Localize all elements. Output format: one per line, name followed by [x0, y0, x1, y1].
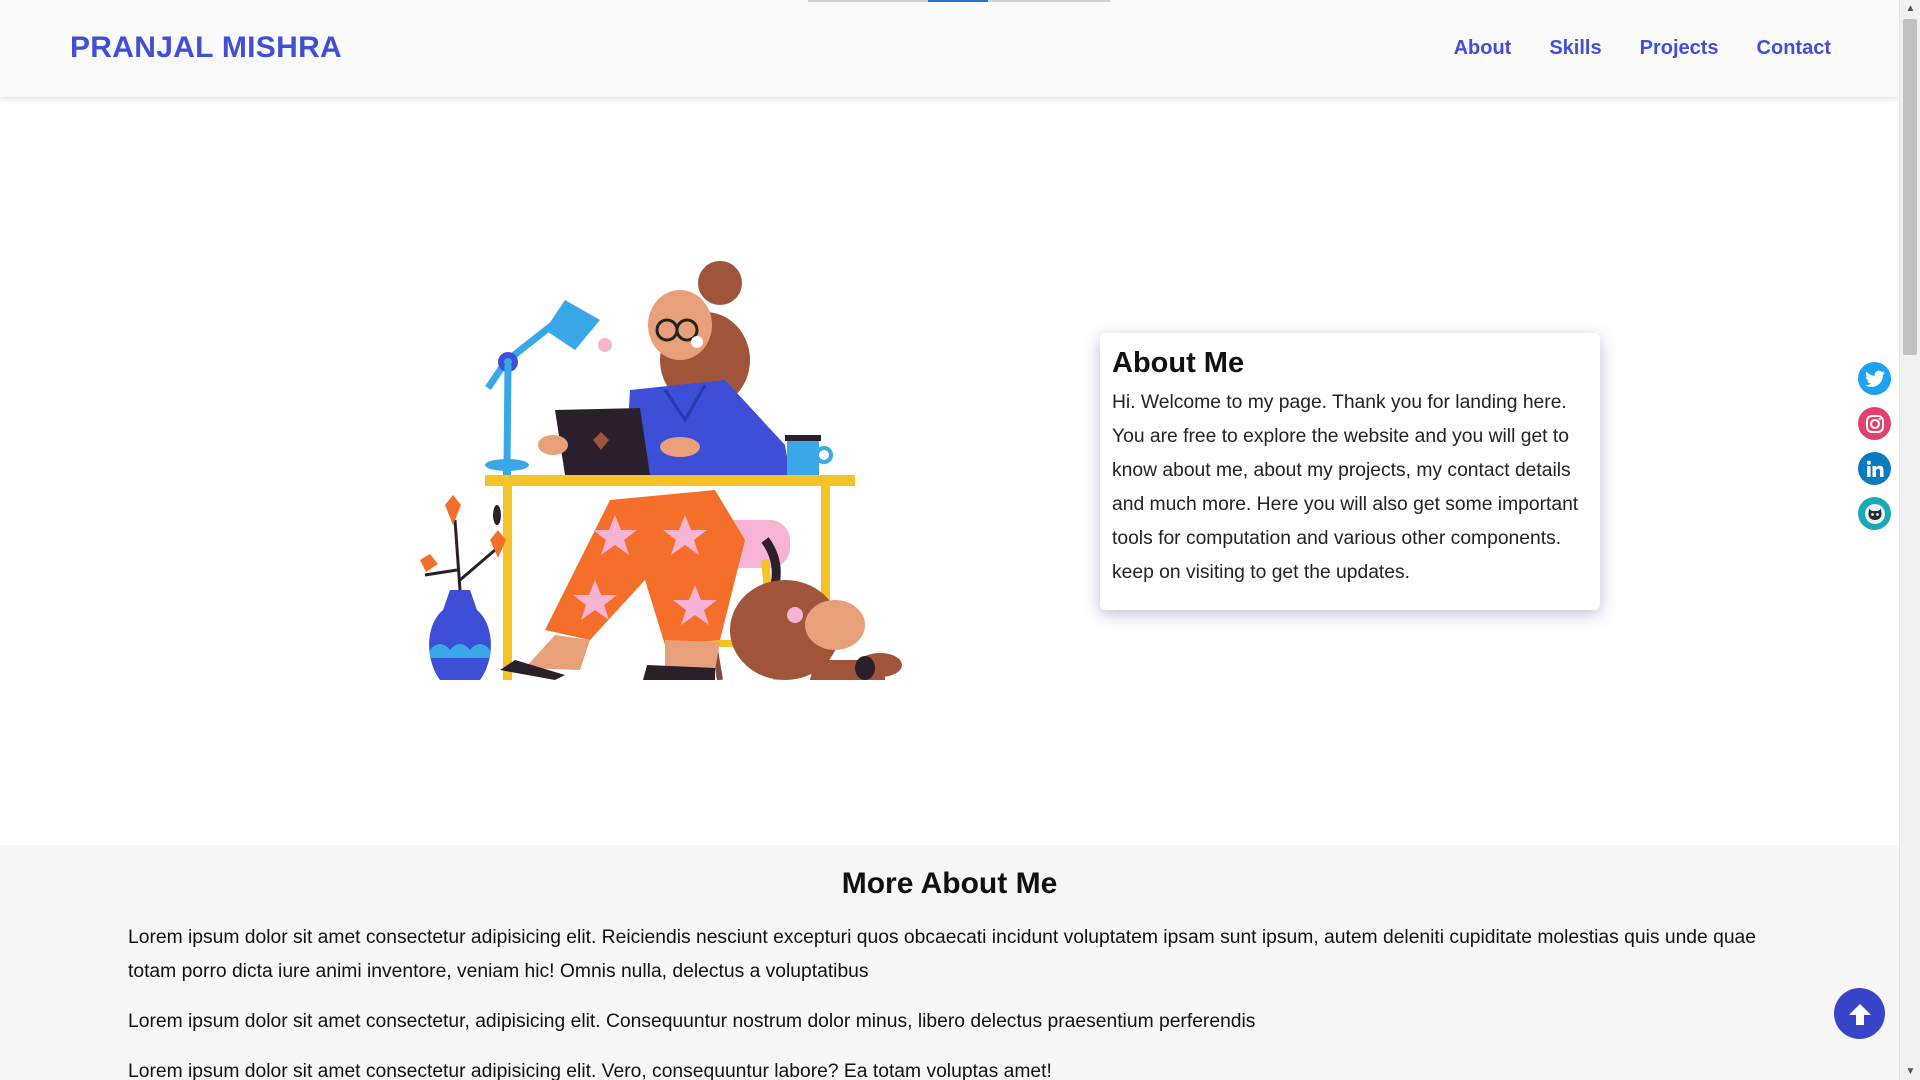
scroll-up-arrow-icon[interactable]: ▲ [1900, 0, 1920, 17]
page-scrollbar[interactable]: ▲ ▼ [1899, 0, 1920, 1080]
more-about-section: More About Me Lorem ipsum dolor sit amet… [0, 845, 1899, 1080]
github-icon[interactable] [1858, 497, 1891, 530]
site-header: PRANJAL MISHRA About Skills Projects Con… [0, 0, 1899, 97]
brand-logo[interactable]: PRANJAL MISHRA [70, 31, 342, 65]
flower-vase [420, 495, 506, 680]
about-text: Hi. Welcome to my page. Thank you for la… [1112, 392, 1579, 583]
instagram-icon[interactable] [1858, 407, 1891, 440]
main-nav: About Skills Projects Contact [1454, 37, 1831, 60]
scroll-down-arrow-icon[interactable]: ▼ [1900, 1063, 1920, 1080]
nav-contact[interactable]: Contact [1757, 37, 1831, 60]
back-to-top-button[interactable] [1834, 988, 1885, 1039]
nav-projects[interactable]: Projects [1640, 37, 1719, 60]
social-links [1858, 362, 1891, 530]
more-about-paragraph: Lorem ipsum dolor sit amet consectetur a… [128, 927, 1756, 982]
twitter-icon[interactable] [1858, 362, 1891, 395]
about-title: About Me [1112, 347, 1245, 379]
scroll-progress-track [808, 0, 1110, 2]
scroll-progress-indicator [928, 0, 988, 2]
coffee-mug [785, 435, 833, 475]
more-about-paragraph: Lorem ipsum dolor sit amet consectetur, … [128, 1011, 1256, 1032]
more-about-paragraph: Lorem ipsum dolor sit amet consectetur a… [128, 1061, 1052, 1080]
linkedin-icon[interactable] [1858, 452, 1891, 485]
more-about-title: More About Me [841, 867, 1058, 900]
about-card: About Me Hi. Welcome to my page. Thank y… [1100, 333, 1600, 610]
scrollbar-thumb[interactable] [1903, 19, 1917, 355]
working-woman-illustration [420, 261, 902, 680]
arrow-up-icon [1848, 1003, 1871, 1025]
nav-about[interactable]: About [1454, 37, 1512, 60]
nav-skills[interactable]: Skills [1549, 37, 1601, 60]
